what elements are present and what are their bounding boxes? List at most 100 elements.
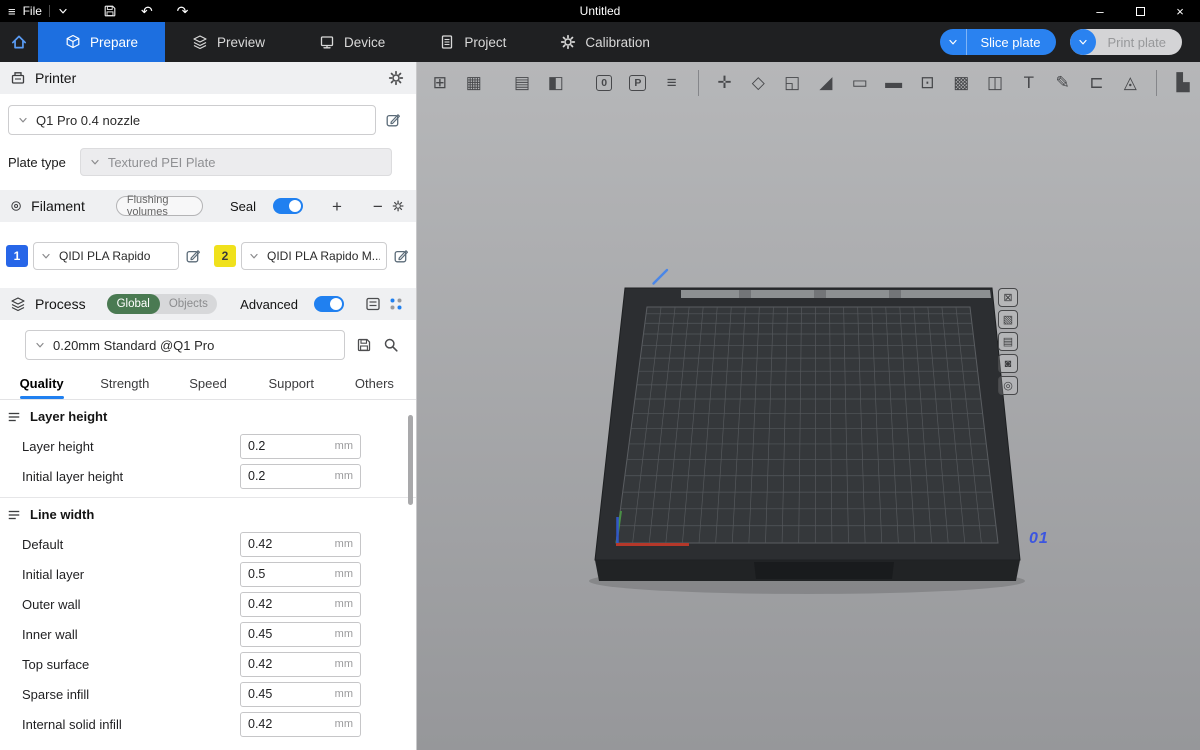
cube-icon [65, 34, 81, 50]
edit-printer-icon[interactable] [385, 112, 401, 128]
param-initial-layer-height: Initial layer height0.2mm [0, 461, 416, 491]
settings-list-icon[interactable] [365, 296, 381, 312]
printer-preset-dropdown[interactable]: Q1 Pro 0.4 nozzle [8, 105, 376, 135]
remove-filament-button[interactable]: − [373, 198, 383, 215]
scope-global[interactable]: Global [107, 294, 160, 314]
printer-settings-gear-icon[interactable] [388, 70, 404, 86]
file-menu[interactable]: File [23, 4, 42, 18]
rotate-icon[interactable]: ◇ [741, 68, 775, 98]
viewport-toolbar: ⊞▦ ▤◧ 0P≡ ✛◇◱◢▭▬⊡▩◫T✎⊏◬ ▙ [417, 62, 1200, 104]
redo-icon[interactable]: ↷ [177, 3, 189, 20]
plate-arrange-icon[interactable]: ▧ [998, 310, 1018, 329]
internal-solid-infill-input[interactable]: 0.42mm [240, 712, 361, 737]
inner-wall-input[interactable]: 0.45mm [240, 622, 361, 647]
layer-height-input[interactable]: 0.2mm [240, 434, 361, 459]
tab-prepare[interactable]: Prepare [38, 22, 165, 62]
measure-icon[interactable]: ⊏ [1080, 68, 1114, 98]
advanced-toggle[interactable] [314, 296, 344, 312]
tab-calibration[interactable]: Calibration [533, 22, 677, 62]
chevron-down-icon[interactable] [57, 5, 69, 17]
sidebar-scrollbar[interactable] [408, 415, 413, 505]
auto-orient-icon[interactable]: ◧ [539, 68, 573, 98]
add-plate-icon[interactable]: ▦ [457, 68, 491, 98]
build-plate[interactable] [589, 265, 1059, 605]
edit-filament-2-icon[interactable] [393, 248, 409, 264]
sparse-infill-input[interactable]: 0.45mm [240, 682, 361, 707]
default-input[interactable]: 0.42mm [240, 532, 361, 557]
flatten-icon[interactable]: ◢ [809, 68, 843, 98]
flushing-volumes-button[interactable]: Flushing volumes [116, 196, 203, 216]
tab-preview[interactable]: Preview [165, 22, 292, 62]
split-objects-icon[interactable]: 0 [587, 68, 621, 98]
save-icon[interactable] [103, 4, 117, 18]
slice-plate-button[interactable]: Slice plate [940, 29, 1056, 55]
plate-tools: ⊠ ▧ ▤ ◙ ◎ [998, 288, 1018, 395]
plate-lock-icon[interactable]: ◙ [998, 354, 1018, 373]
section-layer-height: Layer height [0, 400, 416, 431]
outer-wall-input[interactable]: 0.42mm [240, 592, 361, 617]
process-tab-speed[interactable]: Speed [166, 368, 249, 399]
print-plate-button[interactable]: Print plate [1070, 29, 1182, 55]
cut-icon[interactable]: ▭ [843, 68, 877, 98]
scale-icon[interactable]: ◱ [775, 68, 809, 98]
undo-icon[interactable]: ↶ [141, 3, 153, 20]
filament-2-dropdown[interactable]: QIDI PLA Rapido M... [241, 242, 387, 270]
initial-layer-input[interactable]: 0.5mm [240, 562, 361, 587]
maximize-button[interactable] [1120, 0, 1160, 22]
auto-arrange-icon[interactable]: ▤ [505, 68, 539, 98]
top-surface-input[interactable]: 0.42mm [240, 652, 361, 677]
param-outer-wall: Outer wall0.42mm [0, 589, 416, 619]
compare-presets-icon[interactable] [388, 296, 404, 312]
add-icon[interactable]: ⊞ [423, 68, 457, 98]
filament-1-dropdown[interactable]: QIDI PLA Rapido [33, 242, 179, 270]
settings-list: Layer heightLayer height0.2mmInitial lay… [0, 400, 416, 739]
menu-icon[interactable]: ≡ [8, 4, 16, 19]
process-preset-dropdown[interactable]: 0.20mm Standard @Q1 Pro [25, 330, 345, 360]
plate-type-dropdown[interactable]: Textured PEI Plate [80, 148, 392, 176]
plate-settings-icon[interactable]: ◎ [998, 376, 1018, 395]
svg-icon[interactable]: ✎ [1046, 68, 1080, 98]
plate-name-icon[interactable]: ▤ [998, 332, 1018, 351]
mesh-boolean-icon[interactable]: ◫ [978, 68, 1012, 98]
split-parts-icon[interactable]: P [621, 68, 655, 98]
move-icon[interactable]: ✛ [708, 68, 742, 98]
scope-objects[interactable]: Objects [160, 294, 217, 314]
text-icon[interactable]: T [1012, 68, 1046, 98]
viewport[interactable]: ⊞▦▤◧0P≡✛◇◱◢▭▬⊡▩◫T✎⊏◬▙ [417, 62, 1200, 750]
chevron-down-icon [89, 156, 101, 168]
assembly-icon[interactable]: ▙ [1166, 68, 1200, 98]
process-tab-strength[interactable]: Strength [83, 368, 166, 399]
filament-1-color-chip[interactable]: 1 [6, 245, 28, 267]
minimize-button[interactable]: – [1080, 0, 1120, 22]
save-preset-icon[interactable] [356, 337, 372, 353]
add-filament-button[interactable]: + [332, 198, 342, 215]
print-options-chevron[interactable] [1070, 29, 1096, 55]
printer-icon [10, 70, 26, 86]
tab-project[interactable]: Project [412, 22, 533, 62]
plate-delete-icon[interactable]: ⊠ [998, 288, 1018, 307]
support-paint-icon[interactable]: ⊡ [911, 68, 945, 98]
filament-settings-gear-icon[interactable] [392, 198, 404, 214]
tab-device[interactable]: Device [292, 22, 412, 62]
variable-layer-height-icon[interactable]: ≡ [655, 68, 689, 98]
slice-options-chevron[interactable] [940, 29, 967, 55]
initial-layer-height-input[interactable]: 0.2mm [240, 464, 361, 489]
search-icon[interactable] [383, 337, 399, 353]
scope-switch[interactable]: Global Objects [107, 294, 217, 314]
stamp-icon[interactable]: ◬ [1113, 68, 1147, 98]
seam-paint-icon[interactable]: ▬ [877, 68, 911, 98]
process-tab-others[interactable]: Others [333, 368, 416, 399]
filament-2-color-chip[interactable]: 2 [214, 245, 236, 267]
plate-type-label: Plate type [8, 155, 66, 170]
process-tab-support[interactable]: Support [250, 368, 333, 399]
filament-section-header: Filament Flushing volumes Seal + − [0, 190, 416, 222]
edit-filament-1-icon[interactable] [185, 248, 201, 264]
process-preset-value: 0.20mm Standard @Q1 Pro [53, 338, 214, 353]
seal-toggle[interactable] [273, 198, 303, 214]
home-button[interactable] [0, 22, 38, 62]
close-button[interactable]: × [1160, 0, 1200, 22]
process-tab-quality[interactable]: Quality [0, 368, 83, 399]
plate-number-label[interactable]: 01 [1029, 530, 1049, 548]
color-paint-icon[interactable]: ▩ [944, 68, 978, 98]
slice-plate-label: Slice plate [967, 35, 1056, 50]
